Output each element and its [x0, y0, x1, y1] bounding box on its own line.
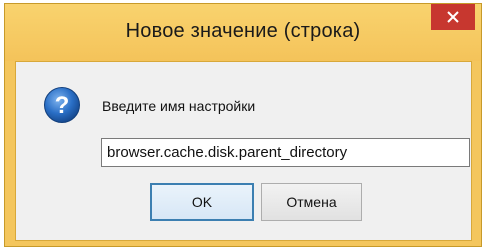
ok-button[interactable]: OK — [150, 183, 254, 221]
window-title: Новое значение (строка) — [125, 20, 361, 42]
dialog-body: ? Введите имя настройки OK Отмена — [15, 61, 472, 241]
question-icon: ? — [44, 87, 80, 123]
close-button[interactable] — [431, 4, 475, 30]
svg-text:?: ? — [55, 92, 70, 119]
preference-name-input[interactable] — [101, 138, 470, 167]
prompt-label: Введите имя настройки — [102, 98, 256, 114]
cancel-button[interactable]: Отмена — [261, 183, 362, 221]
dialog-window: Новое значение (строка) ? Введите имя на… — [4, 3, 482, 247]
title-bar[interactable]: Новое значение (строка) — [5, 4, 481, 61]
close-icon — [447, 11, 459, 23]
